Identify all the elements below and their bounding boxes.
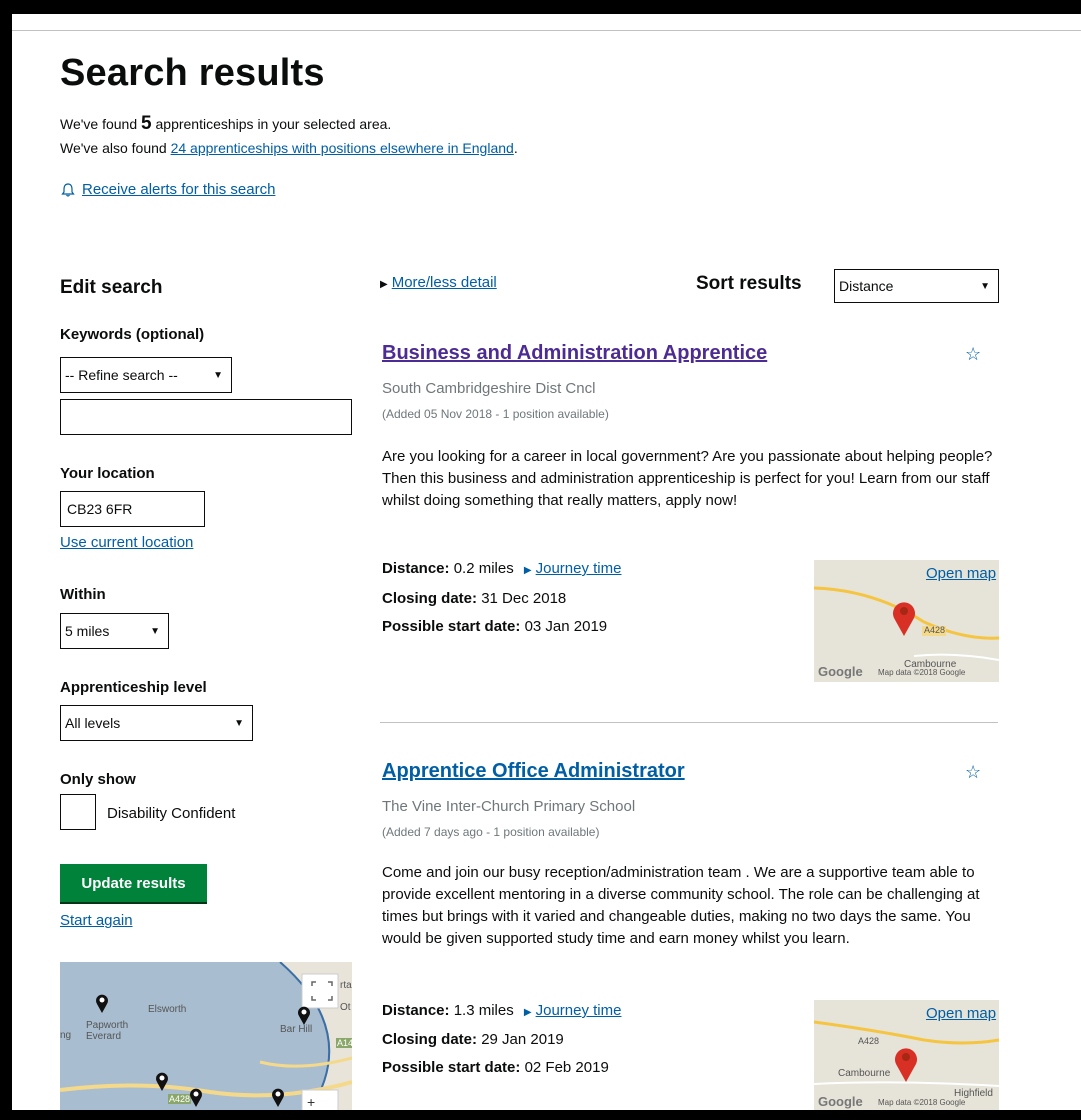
chevron-down-icon: ▼: [213, 369, 223, 381]
location-label: Your location: [60, 465, 155, 482]
map-label-ng: ng: [60, 1030, 72, 1041]
map-label-a14: A14: [336, 1038, 352, 1048]
keywords-input[interactable]: [60, 399, 352, 435]
svg-text:+: +: [307, 1094, 315, 1110]
result-employer: The Vine Inter-Church Primary School: [382, 798, 636, 815]
result-start-date: Possible start date: 02 Feb 2019: [382, 1059, 609, 1076]
more-less-detail-toggle[interactable]: ▶ More/less detail: [380, 274, 497, 291]
save-star-icon[interactable]: ☆: [965, 344, 981, 365]
map-attribution: Map data ©2018 Google: [878, 1098, 966, 1107]
refine-search-select[interactable]: -- Refine search -- ▼: [60, 357, 232, 393]
map-label-rta: rta: [340, 980, 352, 991]
map-pin-icon[interactable]: [94, 992, 110, 1019]
results-summary: We've found 5 apprenticeships in your se…: [60, 113, 392, 134]
result-employer: South Cambridgeshire Dist Cncl: [382, 380, 596, 397]
search-area-map[interactable]: + Elsworth Papworth Everard ng Bar Hill …: [60, 962, 352, 1110]
result-closing-date: Closing date: 29 Jan 2019: [382, 1031, 564, 1048]
edit-search-heading: Edit search: [60, 277, 163, 298]
result-added: (Added 7 days ago - 1 position available…: [382, 825, 600, 839]
result-distance: Distance: 0.2 miles ▶ Journey time: [382, 560, 622, 577]
map-road-label: A428: [858, 1036, 880, 1046]
within-label: Within: [60, 586, 106, 603]
chevron-down-icon: ▼: [150, 625, 160, 637]
result-start-date: Possible start date: 03 Jan 2019: [382, 618, 608, 635]
google-logo: Google: [818, 1094, 863, 1109]
map-pin-icon[interactable]: [296, 1004, 312, 1031]
disability-confident-label[interactable]: Disability Confident: [107, 805, 235, 822]
results-count: 5: [141, 113, 152, 134]
map-pin-icon[interactable]: [154, 1070, 170, 1097]
result-description: Are you looking for a career in local go…: [382, 448, 993, 509]
triangle-right-icon: ▶: [380, 279, 388, 290]
page-title: Search results: [60, 52, 325, 94]
level-select[interactable]: All levels ▼: [60, 705, 253, 741]
use-current-location-link[interactable]: Use current location: [60, 534, 193, 551]
map-road-label: A428: [924, 625, 946, 635]
elsewhere-results-link[interactable]: 24 apprenticeships with positions elsewh…: [171, 140, 514, 156]
map-attribution: Map data ©2018 Google: [878, 668, 966, 677]
update-results-button[interactable]: Update results: [60, 864, 207, 902]
browser-frame: Search results We've found 5 apprentices…: [0, 0, 1081, 1120]
page: Search results We've found 5 apprentices…: [12, 14, 1081, 1110]
map-label-papworth: Papworth Everard: [86, 1020, 129, 1042]
map-label-elsworth: Elsworth: [148, 1004, 187, 1015]
result-title-link[interactable]: Apprentice Office Administrator: [382, 760, 685, 783]
map-town-label: Cambourne: [838, 1068, 891, 1079]
sort-results-select[interactable]: Distance ▼: [834, 269, 999, 303]
within-select[interactable]: 5 miles ▼: [60, 613, 169, 649]
journey-time-toggle[interactable]: ▶ Journey time: [524, 1002, 622, 1019]
save-star-icon[interactable]: ☆: [965, 762, 981, 783]
map-label-ot: Ot: [340, 1002, 351, 1013]
header-divider: [12, 30, 1081, 31]
google-logo: Google: [818, 664, 863, 679]
result-divider: [380, 722, 998, 723]
result-title-link[interactable]: Business and Administration Apprentice: [382, 342, 767, 365]
sort-results-label: Sort results: [696, 273, 802, 294]
alerts-row[interactable]: Receive alerts for this search: [60, 181, 275, 198]
elsewhere-summary: We've also found 24 apprenticeships with…: [60, 140, 518, 156]
level-label: Apprenticeship level: [60, 679, 207, 696]
location-input[interactable]: CB23 6FR: [60, 491, 205, 527]
result-closing-date: Closing date: 31 Dec 2018: [382, 590, 567, 607]
only-show-label: Only show: [60, 771, 136, 788]
result-added: (Added 05 Nov 2018 - 1 position availabl…: [382, 407, 609, 421]
map-pin-icon[interactable]: [188, 1086, 204, 1110]
result-distance: Distance: 1.3 miles ▶ Journey time: [382, 1002, 622, 1019]
disability-confident-checkbox[interactable]: [60, 794, 96, 830]
start-again-link[interactable]: Start again: [60, 912, 133, 929]
bell-icon: [61, 182, 75, 197]
triangle-right-icon: ▶: [523, 1007, 532, 1018]
result-description: Come and join our busy reception/adminis…: [382, 864, 980, 947]
chevron-down-icon: ▼: [980, 280, 990, 292]
open-map-link[interactable]: Open map: [926, 1005, 996, 1022]
receive-alerts-link[interactable]: Receive alerts for this search: [82, 181, 275, 198]
open-map-link[interactable]: Open map: [926, 565, 996, 582]
keywords-label: Keywords (optional): [60, 326, 205, 343]
triangle-right-icon: ▶: [523, 565, 532, 576]
map-pin-icon[interactable]: [270, 1086, 286, 1110]
chevron-down-icon: ▼: [234, 717, 244, 729]
journey-time-toggle[interactable]: ▶ Journey time: [524, 560, 622, 577]
